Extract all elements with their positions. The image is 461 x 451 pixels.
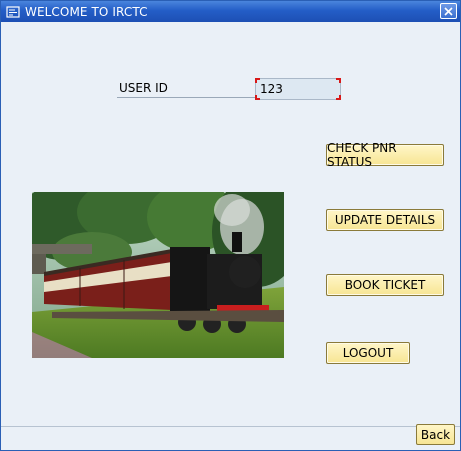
user-id-value: 123 xyxy=(260,82,283,96)
irctc-window: WELCOME TO IRCTC USER ID 123 CHECK PNR S… xyxy=(0,0,461,451)
book-ticket-button[interactable]: BOOK TICKET xyxy=(326,274,444,296)
close-button[interactable] xyxy=(440,3,457,19)
close-icon xyxy=(444,6,453,16)
check-pnr-status-button[interactable]: CHECK PNR STATUS xyxy=(326,141,444,169)
user-id-label: USER ID xyxy=(117,81,255,98)
back-button[interactable]: Back xyxy=(416,424,455,445)
title-bar: WELCOME TO IRCTC xyxy=(1,1,460,22)
content-area: USER ID 123 CHECK PNR STATUS UPDATE DETA… xyxy=(1,22,460,450)
train-photo xyxy=(32,192,284,358)
footer-divider xyxy=(1,426,460,427)
logout-button[interactable]: LOGOUT xyxy=(326,342,410,364)
user-id-field[interactable]: 123 xyxy=(255,78,341,100)
steam-train-image xyxy=(32,192,284,358)
window-menu-icon[interactable] xyxy=(6,5,20,18)
update-details-button[interactable]: UPDATE DETAILS xyxy=(326,209,444,231)
window-title: WELCOME TO IRCTC xyxy=(25,4,148,19)
